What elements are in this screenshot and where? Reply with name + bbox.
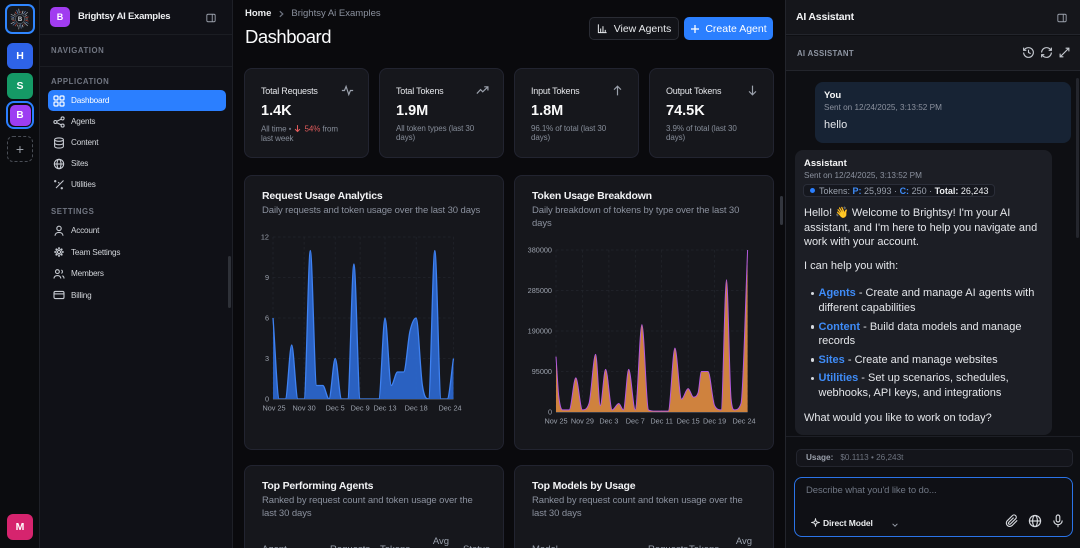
svg-text:3: 3 — [265, 354, 269, 363]
svg-text:Nov 25: Nov 25 — [544, 417, 567, 426]
svg-text:0: 0 — [548, 408, 552, 417]
svg-text:Dec 7: Dec 7 — [626, 417, 645, 426]
svg-text:Dec 19: Dec 19 — [703, 417, 726, 426]
svg-text:95000: 95000 — [532, 367, 552, 376]
svg-text:190000: 190000 — [528, 327, 552, 336]
svg-text:Dec 18: Dec 18 — [405, 404, 428, 413]
svg-text:12: 12 — [261, 233, 269, 242]
svg-text:Dec 15: Dec 15 — [677, 417, 700, 426]
svg-text:B: B — [18, 17, 23, 23]
svg-text:Dec 5: Dec 5 — [326, 404, 345, 413]
svg-text:6: 6 — [265, 314, 269, 323]
svg-text:9: 9 — [265, 273, 269, 282]
svg-text:380000: 380000 — [528, 246, 552, 255]
svg-text:Dec 24: Dec 24 — [732, 417, 755, 426]
svg-text:Nov 30: Nov 30 — [293, 404, 316, 413]
svg-text:Dec 13: Dec 13 — [373, 404, 396, 413]
svg-text:0: 0 — [265, 395, 269, 404]
svg-text:Dec 9: Dec 9 — [351, 404, 370, 413]
svg-text:285000: 285000 — [528, 286, 552, 295]
svg-text:Dec 3: Dec 3 — [599, 417, 618, 426]
svg-text:Dec 24: Dec 24 — [438, 404, 461, 413]
svg-text:Dec 11: Dec 11 — [650, 417, 673, 426]
svg-text:Nov 29: Nov 29 — [571, 417, 594, 426]
svg-text:Nov 25: Nov 25 — [262, 404, 285, 413]
